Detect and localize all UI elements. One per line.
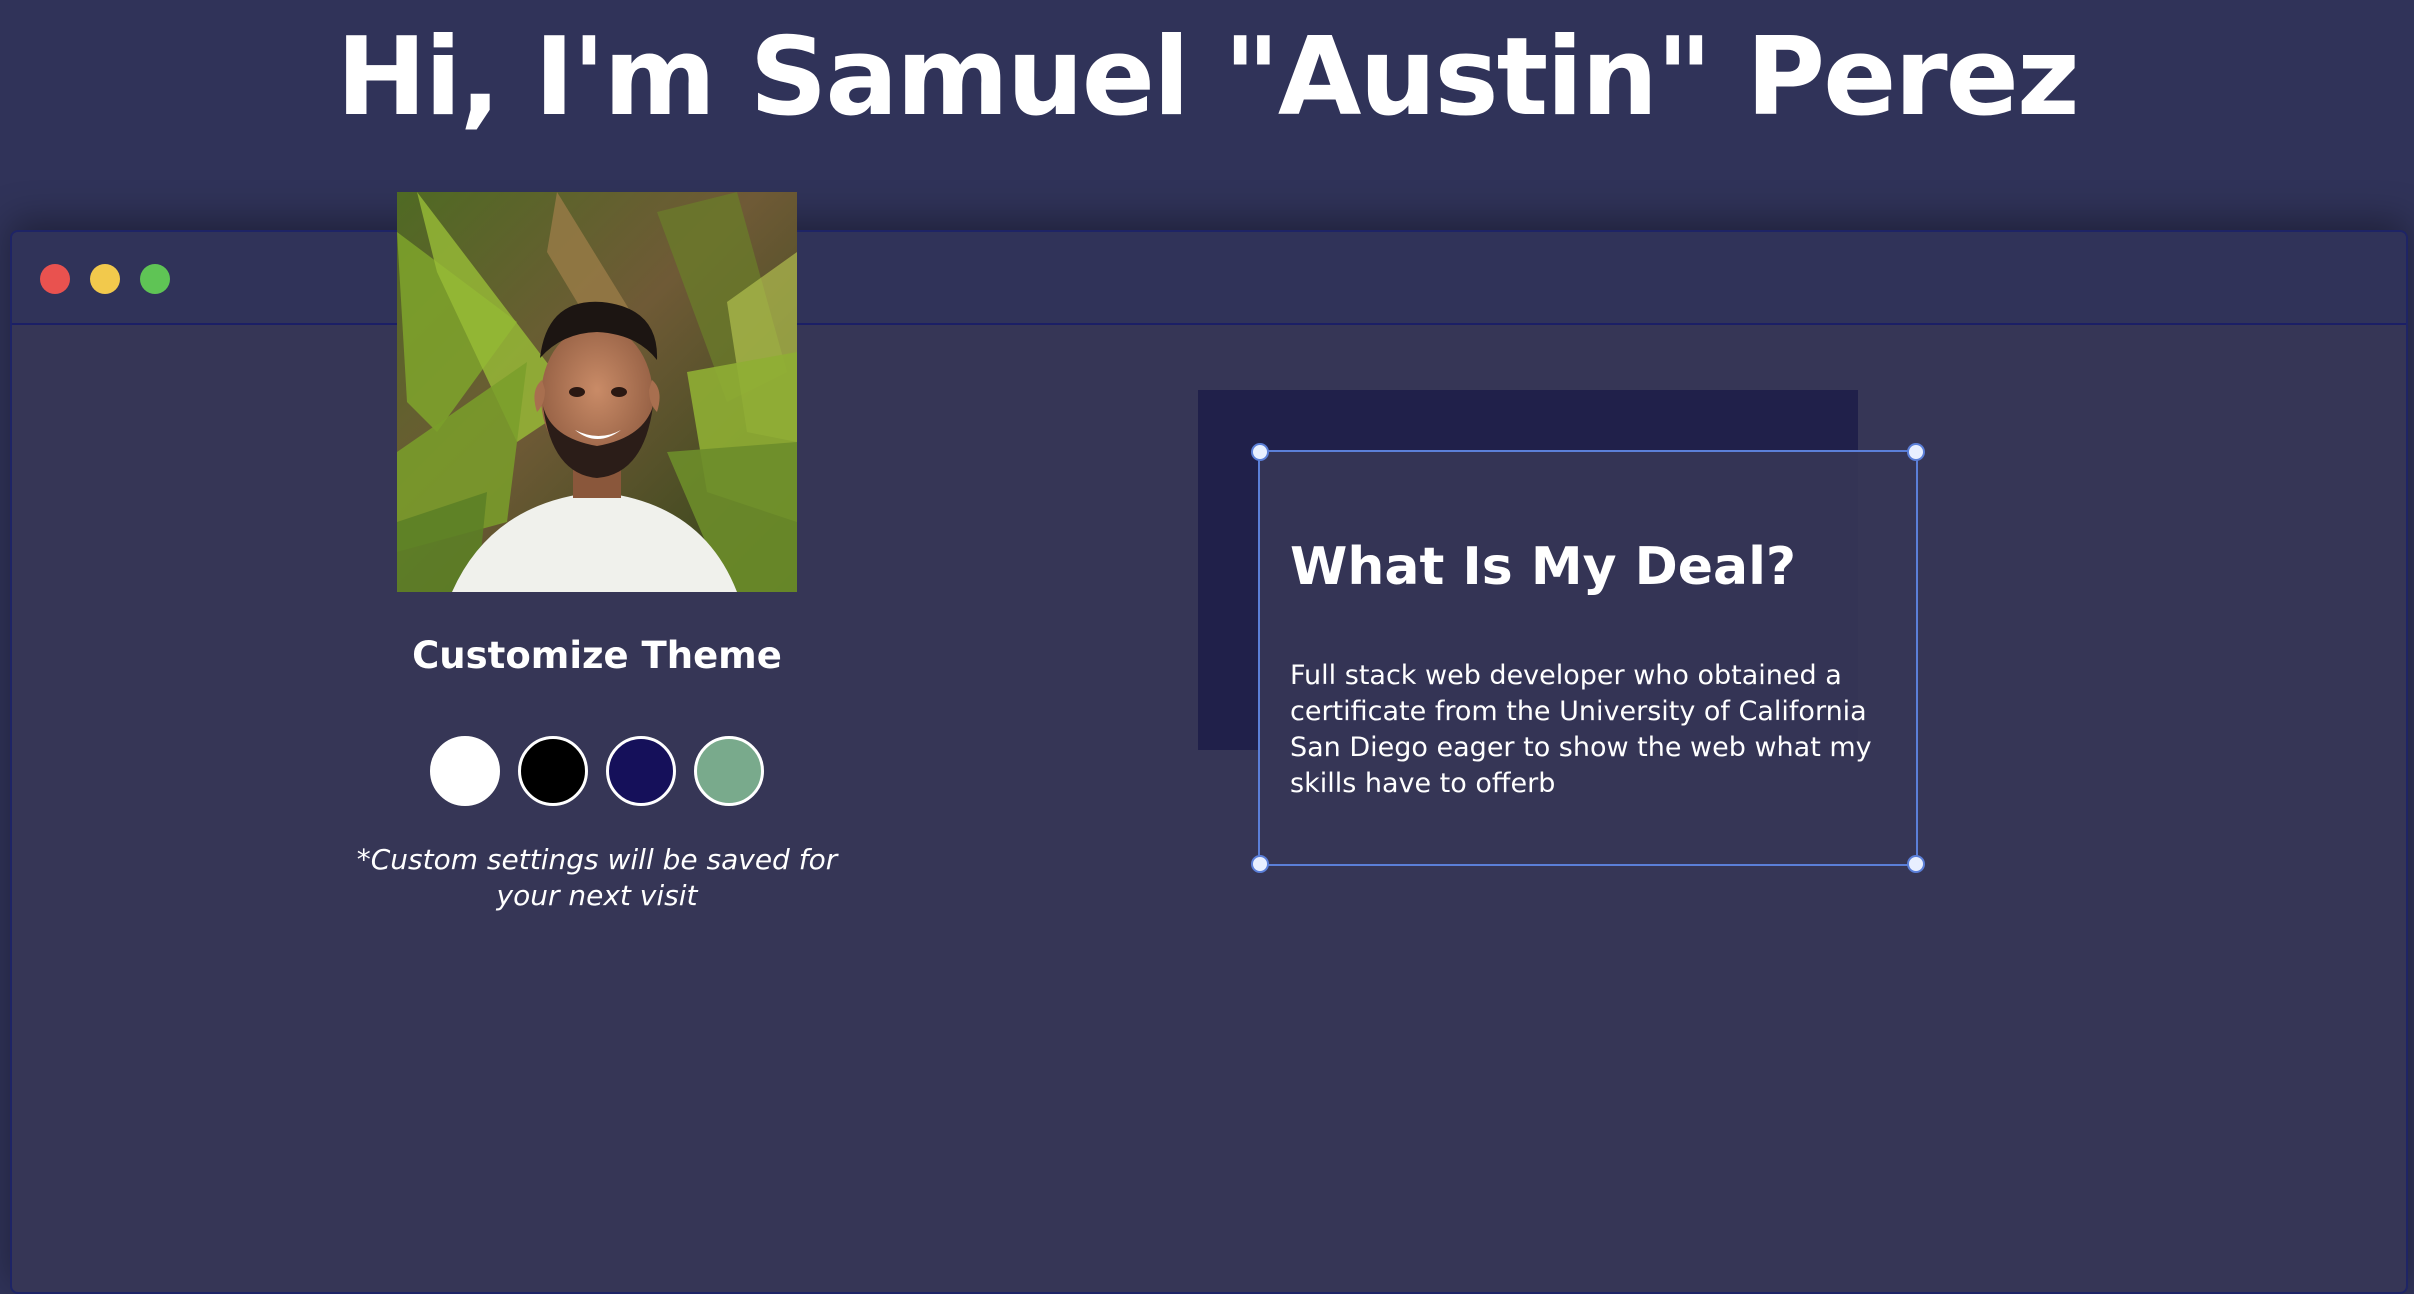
- theme-swatch-list: [430, 736, 770, 806]
- resize-handle-bottom-right[interactable]: [1907, 855, 1925, 873]
- theme-swatch-navy[interactable]: [606, 736, 676, 806]
- theme-swatch-black[interactable]: [518, 736, 588, 806]
- resize-handle-bottom-left[interactable]: [1251, 855, 1269, 873]
- theme-swatch-sage[interactable]: [694, 736, 764, 806]
- theme-save-note: *Custom settings will be saved for your …: [356, 843, 838, 912]
- theme-swatch-white[interactable]: [430, 736, 500, 806]
- window-minimize-button[interactable]: [90, 264, 120, 294]
- window-close-button[interactable]: [40, 264, 70, 294]
- window-maximize-button[interactable]: [140, 264, 170, 294]
- resize-handle-top-right[interactable]: [1907, 443, 1925, 461]
- profile-photo: [397, 192, 797, 592]
- about-card: What Is My Deal? Full stack web develope…: [1251, 443, 1925, 873]
- page-title: Hi, I'm Samuel "Austin" Perez: [336, 15, 2080, 140]
- resize-handle-top-left[interactable]: [1251, 443, 1269, 461]
- window-title-bar: [12, 232, 2406, 325]
- profile-photo-image: [397, 192, 797, 592]
- customize-theme-title: Customize Theme: [412, 634, 782, 677]
- about-description: Full stack web developer who obtained a …: [1290, 660, 1872, 799]
- about-title: What Is My Deal?: [1290, 537, 1797, 597]
